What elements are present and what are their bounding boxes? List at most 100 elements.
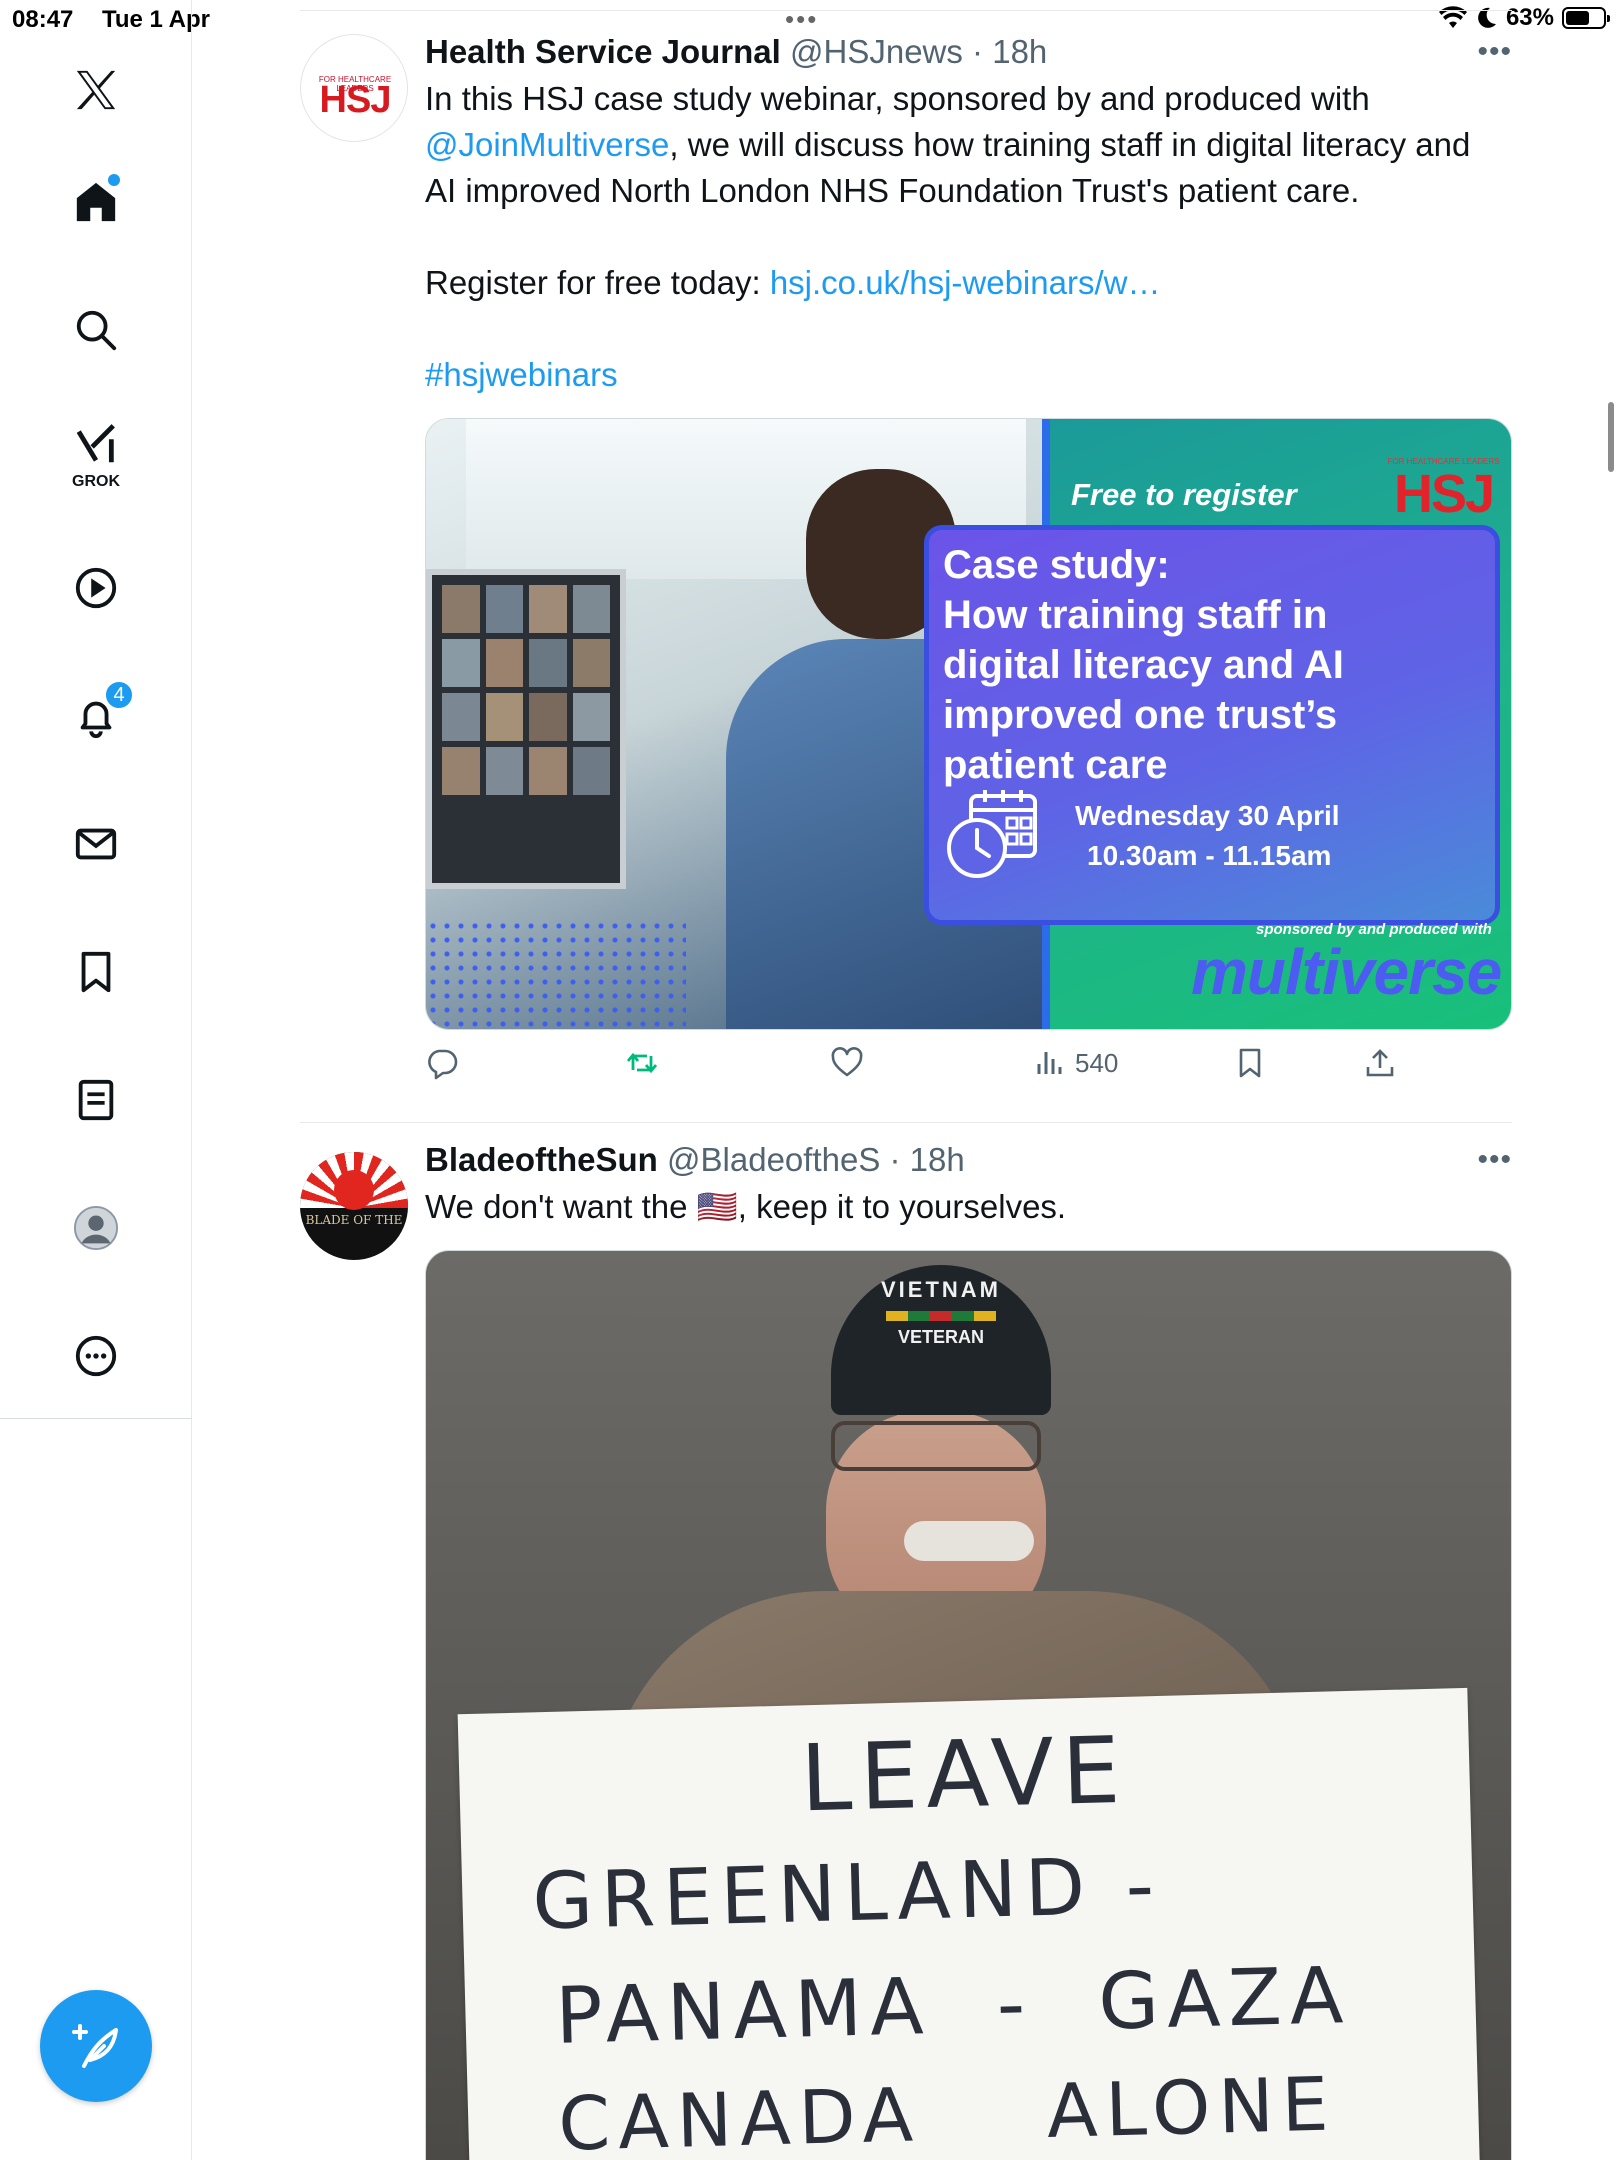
sidebar-item-bookmarks[interactable] bbox=[56, 932, 136, 1012]
feed-top-divider bbox=[300, 10, 1512, 11]
grok-label: GROK bbox=[72, 473, 120, 490]
tweet-divider bbox=[300, 1122, 1512, 1123]
sun-disc bbox=[334, 1170, 374, 1210]
cap-text-bottom: VETERAN bbox=[897, 1327, 984, 1347]
reply-icon bbox=[428, 1049, 458, 1080]
hashtag-link[interactable]: #hsjwebinars bbox=[425, 352, 1512, 398]
avatar-hsj-logo: HSJ bbox=[319, 79, 392, 121]
tweet-hsj[interactable]: FOR HEALTHCARE LEADERS HSJ Health Servic… bbox=[300, 30, 1512, 1122]
sidebar-item-x-logo[interactable] bbox=[56, 50, 136, 130]
mention-link[interactable]: @JoinMultiverse bbox=[425, 126, 669, 163]
grok-icon bbox=[76, 424, 115, 463]
tweet-text-segment: , we will discuss how training staff in … bbox=[669, 126, 1471, 163]
tweet-header: BladeoftheSun @BladeoftheS · 18h ••• bbox=[425, 1138, 1512, 1182]
bookmark-icon bbox=[1239, 1048, 1261, 1078]
share-icon bbox=[1366, 1049, 1394, 1077]
video-play-icon bbox=[75, 567, 117, 609]
sidebar-item-lists[interactable] bbox=[56, 1060, 136, 1140]
sidebar-divider bbox=[0, 1418, 192, 1419]
author-handle[interactable]: @BladeoftheS bbox=[667, 1141, 880, 1178]
repost-button[interactable] bbox=[625, 1046, 659, 1080]
tweet-text-segment: We don't want the bbox=[425, 1188, 697, 1225]
reply-button[interactable] bbox=[425, 1046, 459, 1080]
messages-envelope-icon bbox=[75, 828, 117, 860]
like-button[interactable] bbox=[830, 1046, 864, 1080]
views-button[interactable]: 540 bbox=[1033, 1046, 1118, 1080]
tweet-text: We don't want the 🇺🇸, keep it to yoursel… bbox=[425, 1184, 1512, 1230]
scrollbar[interactable] bbox=[1608, 402, 1614, 472]
sign-line: GREENLAND - bbox=[531, 1840, 1164, 1948]
lists-icon bbox=[78, 1079, 114, 1121]
views-count: 540 bbox=[1075, 1047, 1119, 1078]
protest-photo[interactable]: VIETNAM VETERAN LEAVE GREENLAND - PANAMA… bbox=[425, 1250, 1512, 2160]
tweet-text-line: Register for free today: hsj.co.uk/hsj-w… bbox=[425, 260, 1512, 306]
case-study-heading: Case study: bbox=[943, 543, 1170, 587]
case-study-title-line: digital literacy and AI bbox=[943, 643, 1344, 687]
sidebar-item-notifications[interactable]: 4 bbox=[56, 676, 136, 756]
battery-icon bbox=[1562, 7, 1610, 29]
cap-text-top: VIETNAM bbox=[881, 1277, 1001, 1302]
case-study-title-line: improved one trust’s bbox=[943, 693, 1338, 737]
veteran-cap: VIETNAM VETERAN bbox=[831, 1265, 1051, 1415]
avatar-hsj[interactable]: FOR HEALTHCARE LEADERS HSJ bbox=[300, 34, 408, 142]
webinar-time: 10.30am - 11.15am bbox=[1087, 840, 1332, 871]
protest-sign: LEAVE GREENLAND - PANAMA - GAZA CANADA A… bbox=[457, 1687, 1481, 2160]
tweet-text: In this HSJ case study webinar, sponsore… bbox=[425, 76, 1512, 398]
more-options-icon[interactable]: ••• bbox=[1477, 1138, 1512, 1182]
home-unread-dot bbox=[108, 174, 120, 186]
author-name[interactable]: Health Service Journal bbox=[425, 33, 781, 70]
webinar-date: Wednesday 30 April bbox=[1075, 800, 1340, 831]
heart-icon bbox=[831, 1047, 863, 1077]
promo-image-card[interactable]: Free to register FOR HEALTHCARE LEADERS … bbox=[425, 418, 1512, 1030]
sidebar-item-home[interactable] bbox=[56, 162, 136, 242]
sidebar-nav: GROK 4 bbox=[0, 0, 192, 2160]
register-link[interactable]: hsj.co.uk/hsj-webinars/w… bbox=[770, 264, 1161, 301]
tweet-time[interactable]: 18h bbox=[910, 1141, 965, 1178]
tweet-text-line: In this HSJ case study webinar, sponsore… bbox=[425, 80, 1370, 117]
dot-pattern bbox=[426, 919, 686, 1029]
sign-line: PANAMA - GAZA bbox=[554, 1951, 1353, 2062]
card-hsj-logo: HSJ bbox=[1393, 464, 1495, 524]
sidebar-item-more[interactable] bbox=[56, 1316, 136, 1396]
repost-icon bbox=[626, 1052, 658, 1074]
bookmark-button[interactable] bbox=[1233, 1046, 1267, 1080]
avatar-bladeofthesun[interactable]: BLADE OF THE bbox=[300, 1152, 408, 1260]
sidebar-item-grok[interactable]: GROK bbox=[56, 415, 136, 495]
sidebar-item-profile[interactable] bbox=[56, 1188, 136, 1268]
battery-fill bbox=[1566, 11, 1589, 25]
search-icon bbox=[76, 310, 117, 351]
author-name[interactable]: BladeoftheSun bbox=[425, 1141, 658, 1178]
calendar-clock-icon bbox=[947, 790, 1037, 878]
free-to-register-label: Free to register bbox=[1071, 477, 1297, 512]
mustache bbox=[904, 1521, 1034, 1561]
author-handle[interactable]: @HSJnews bbox=[790, 33, 963, 70]
us-flag-emoji: 🇺🇸 bbox=[696, 1188, 738, 1225]
glasses bbox=[831, 1421, 1041, 1471]
bookmark-icon bbox=[81, 951, 111, 993]
multiverse-logo: multiverse bbox=[1191, 936, 1502, 1008]
sidebar-item-video[interactable] bbox=[56, 548, 136, 628]
x-logo-icon bbox=[76, 70, 116, 110]
sidebar-item-messages[interactable] bbox=[56, 804, 136, 884]
video-call-grid bbox=[432, 575, 620, 805]
tweet-text-line: AI improved North London NHS Foundation … bbox=[425, 172, 1360, 209]
compose-post-button[interactable] bbox=[40, 1990, 152, 2102]
case-study-title-line: How training staff in bbox=[943, 593, 1328, 637]
tweet-bladeofthesun[interactable]: BLADE OF THE BladeoftheSun @BladeoftheS … bbox=[300, 1138, 1512, 2160]
sign-line: LEAVE bbox=[799, 1716, 1130, 1833]
notification-count-badge: 4 bbox=[104, 680, 134, 710]
register-text: Register for free today: bbox=[425, 264, 770, 301]
share-button[interactable] bbox=[1363, 1046, 1397, 1080]
more-options-icon[interactable]: ••• bbox=[1477, 30, 1512, 74]
views-chart-icon bbox=[1037, 1052, 1062, 1074]
sidebar-item-search[interactable] bbox=[56, 290, 136, 370]
compose-feather-icon bbox=[72, 2024, 118, 2068]
status-right: 63% bbox=[1438, 4, 1610, 32]
case-study-title-line: patient care bbox=[943, 743, 1168, 787]
tweet-time[interactable]: 18h bbox=[992, 33, 1047, 70]
cap-ribbon bbox=[886, 1311, 996, 1321]
monitor-screen bbox=[426, 569, 626, 889]
tweet-text-segment: , keep it to yourselves. bbox=[737, 1188, 1067, 1225]
tweet-text-line: @JoinMultiverse, we will discuss how tra… bbox=[425, 122, 1512, 168]
avatar-blade-text: BLADE OF THE bbox=[305, 1213, 403, 1227]
